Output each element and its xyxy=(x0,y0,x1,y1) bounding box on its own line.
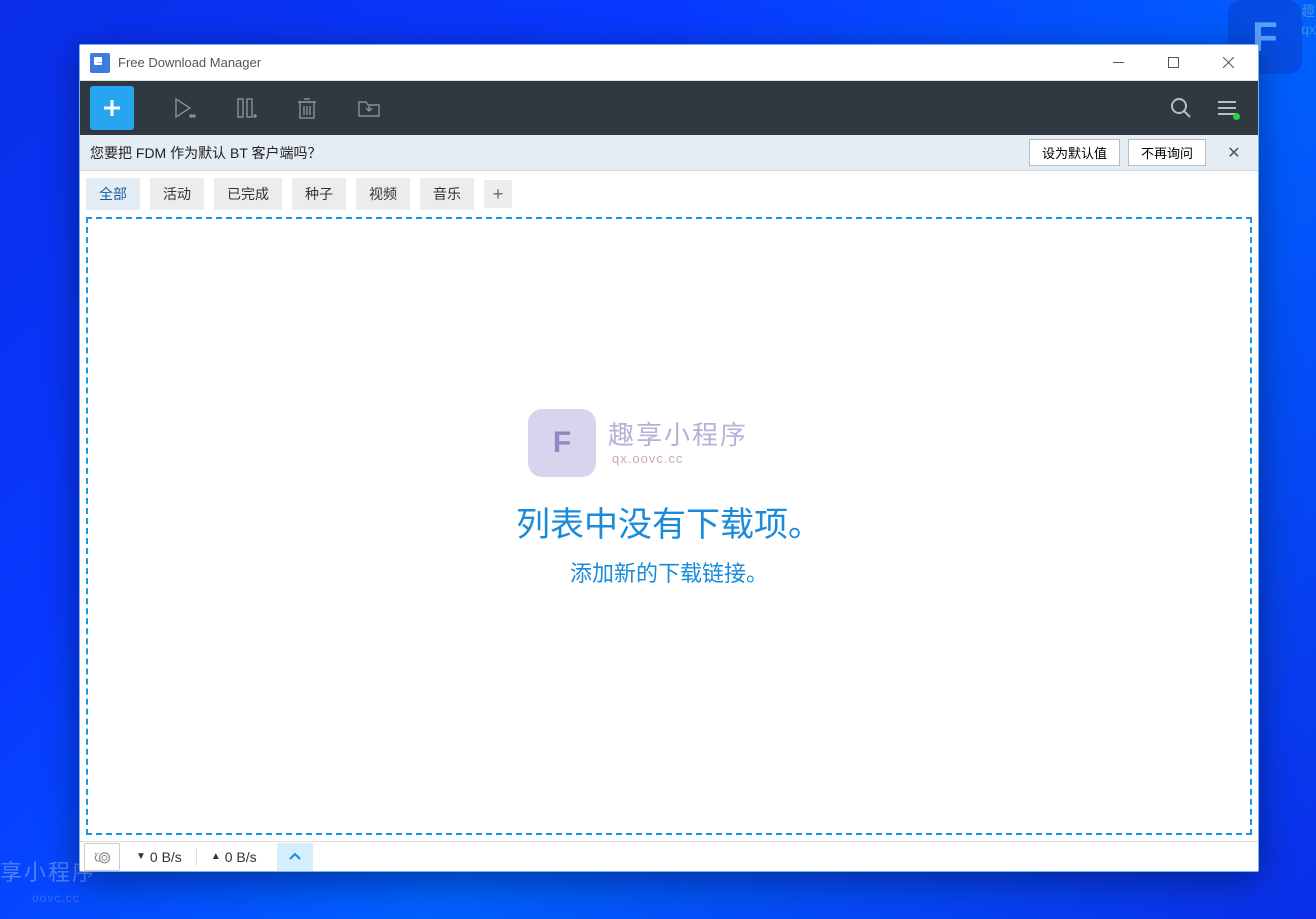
app-window: Free Download Manager xyxy=(79,44,1259,872)
pause-button[interactable] xyxy=(222,86,268,130)
upload-speed: ▲ 0 B/s xyxy=(201,842,267,871)
tab-video[interactable]: 视频 xyxy=(356,178,410,210)
tab-music[interactable]: 音乐 xyxy=(420,178,474,210)
up-arrow-icon: ▲ xyxy=(211,851,221,862)
tab-completed[interactable]: 已完成 xyxy=(214,178,282,210)
watermark-url: qx.oovc.cc xyxy=(612,451,683,466)
close-button[interactable] xyxy=(1201,45,1256,81)
set-default-button[interactable]: 设为默认值 xyxy=(1029,139,1120,166)
tab-torrents[interactable]: 种子 xyxy=(292,178,346,210)
start-button[interactable] xyxy=(160,86,206,130)
maximize-button[interactable] xyxy=(1146,45,1201,81)
watermark-icon: F xyxy=(528,409,596,477)
dont-ask-button[interactable]: 不再询问 xyxy=(1128,139,1206,166)
download-drop-area[interactable]: F 趣享小程序 qx.oovc.cc 列表中没有下载项。 添加新的下载链接。 xyxy=(86,217,1252,835)
titlebar: Free Download Manager xyxy=(80,45,1258,81)
add-tab-button[interactable]: + xyxy=(484,180,512,208)
toolbar xyxy=(80,81,1258,135)
down-arrow-icon: ▼ xyxy=(136,851,146,862)
notification-close-button[interactable]: ✕ xyxy=(1220,139,1248,167)
filter-tabs: 全部 活动 已完成 种子 视频 音乐 + xyxy=(80,171,1258,211)
watermark-title: 趣享小程序 xyxy=(608,415,748,452)
notification-bar: 您要把 FDM 作为默认 BT 客户端吗？ 设为默认值 不再询问 ✕ xyxy=(80,135,1258,171)
delete-button[interactable] xyxy=(284,86,330,130)
open-folder-button[interactable] xyxy=(346,86,392,130)
expand-speed-panel-button[interactable] xyxy=(277,843,313,871)
separator xyxy=(196,848,197,866)
app-icon xyxy=(90,53,110,73)
tab-all[interactable]: 全部 xyxy=(86,178,140,210)
desktop-background-label: 趣 qx xyxy=(1301,1,1316,37)
notification-message: 您要把 FDM 作为默认 BT 客户端吗？ xyxy=(90,143,1021,163)
menu-button[interactable] xyxy=(1206,86,1248,130)
search-button[interactable] xyxy=(1160,86,1202,130)
tab-active[interactable]: 活动 xyxy=(150,178,204,210)
app-title: Free Download Manager xyxy=(118,55,261,70)
statusbar: ▼ 0 B/s ▲ 0 B/s xyxy=(80,841,1258,871)
add-download-button[interactable] xyxy=(90,86,134,130)
desktop-watermark-url: oovc.cc xyxy=(32,891,80,905)
download-speed: ▼ 0 B/s xyxy=(126,842,192,871)
minimize-button[interactable] xyxy=(1091,45,1146,81)
empty-list-title: 列表中没有下载项。 xyxy=(516,497,822,546)
notification-dot-icon xyxy=(1233,113,1240,120)
empty-list-subtitle: 添加新的下载链接。 xyxy=(570,556,768,588)
speed-limit-button[interactable] xyxy=(84,843,120,871)
